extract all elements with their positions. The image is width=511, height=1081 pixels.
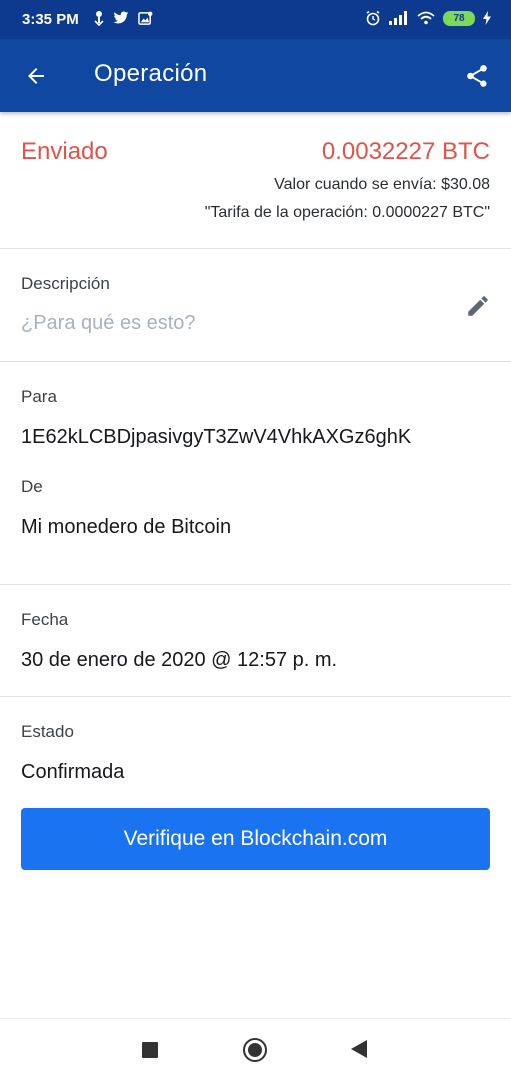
status-label: Estado: [21, 722, 74, 741]
description-input[interactable]: ¿Para qué es esto?: [21, 312, 196, 335]
arrow-back-icon: [28, 68, 44, 84]
alarm-icon: [366, 10, 380, 26]
status-section: Estado Confirmada: [0, 697, 511, 797]
description-label: Descripción: [21, 274, 110, 293]
addresses-section: Para 1E62kLCBDjpasivgyT3ZwV4VhkAXGz6ghK …: [0, 362, 511, 585]
wifi-icon: [417, 11, 435, 25]
description-section: Descripción ¿Para qué es esto?: [0, 249, 511, 362]
page-title: Operación: [94, 60, 208, 87]
nav-back-button[interactable]: [351, 1040, 367, 1058]
date-value: 30 de enero de 2020 @ 12:57 p. m.: [21, 649, 338, 671]
android-nav-bar: [0, 1018, 511, 1081]
twitter-icon: [113, 11, 129, 24]
verify-blockchain-button[interactable]: Verifique en Blockchain.com: [21, 808, 490, 870]
app-bar: Operación: [0, 39, 511, 112]
download-icon: [94, 11, 104, 26]
home-button[interactable]: [243, 1038, 267, 1062]
status-time: 3:35 PM: [22, 11, 79, 28]
pencil-icon[interactable]: [465, 293, 491, 319]
transaction-summary: Enviado 0.0032227 BTC Valor cuando se en…: [0, 112, 511, 249]
date-label: Fecha: [21, 610, 69, 629]
signal-icon: [389, 11, 407, 25]
charging-icon: [483, 11, 491, 25]
share-icon: [467, 65, 487, 87]
value-when-sent: Valor cuando se envía: $30.08: [274, 176, 490, 193]
status-right-icons: 78: [365, 10, 491, 26]
status-bar: 3:35 PM 78: [0, 0, 511, 39]
transaction-amount: 0.0032227 BTC: [321, 138, 490, 165]
gallery-icon: [138, 11, 153, 25]
battery-level: 78: [453, 12, 465, 24]
transaction-fee: "Tarifa de la operación: 0.0000227 BTC": [204, 204, 490, 221]
date-section: Fecha 30 de enero de 2020 @ 12:57 p. m.: [0, 585, 511, 697]
transaction-direction: Enviado: [21, 138, 108, 165]
from-label: De: [21, 477, 43, 496]
recents-button[interactable]: [142, 1042, 158, 1058]
battery-icon: 78: [443, 10, 475, 26]
status-value: Confirmada: [21, 761, 125, 783]
back-button[interactable]: [18, 58, 54, 94]
share-button[interactable]: [459, 58, 495, 94]
status-left-icons: [94, 10, 153, 26]
from-wallet: Mi monedero de Bitcoin: [21, 516, 232, 538]
to-label: Para: [21, 387, 57, 406]
to-address: 1E62kLCBDjpasivgyT3ZwV4VhkAXGz6ghK: [21, 426, 412, 448]
